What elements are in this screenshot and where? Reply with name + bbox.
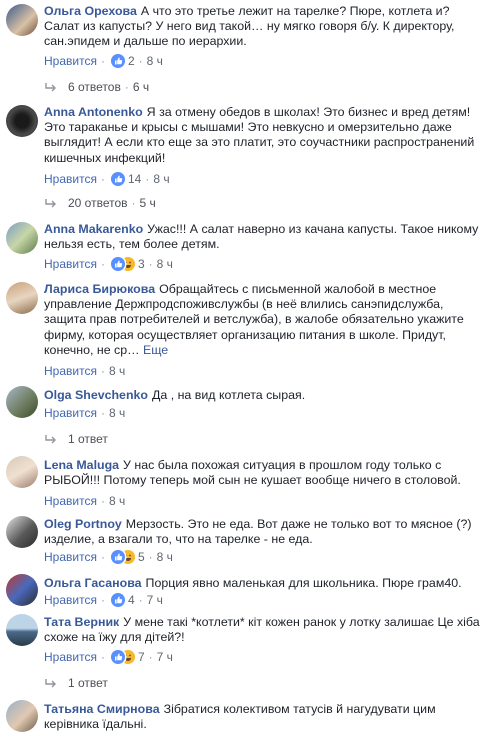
comment-body: Татьяна Смирнова Зібратися колективом тат… <box>44 702 484 732</box>
comment-author[interactable]: Olga Shevchenko <box>44 388 148 402</box>
comment-time[interactable]: 8 ч <box>157 257 173 271</box>
comment: Ольга Гасанова Порция явно маленькая для … <box>0 572 493 612</box>
comment-author[interactable]: Anna Makarenko <box>44 222 143 236</box>
like-button[interactable]: Нравится <box>44 593 97 607</box>
comment-body: Anna Makarenko Ужас!!! А салат наверно из… <box>44 222 484 252</box>
comment-actions: Нравится · 8 ч <box>44 406 126 420</box>
comment-body: Olga Shevchenko Да , на вид котлета сырая… <box>44 388 484 403</box>
reply-arrow-icon <box>45 83 56 92</box>
comment-text: Да , на вид котлета сырая. <box>151 388 306 402</box>
like-button[interactable]: Нравится <box>44 172 97 186</box>
comment-text: Порция явно маленькая для школьника. Пюр… <box>145 576 462 590</box>
like-button[interactable]: Нравится <box>44 650 97 664</box>
comment-time[interactable]: 8 ч <box>109 406 125 420</box>
comment-time[interactable]: 8 ч <box>157 550 173 564</box>
comment-author[interactable]: Ольга Орехова <box>44 4 137 18</box>
comment-actions: Нравится · 4 · 7 ч <box>44 593 163 607</box>
comment-time[interactable]: 8 ч <box>147 54 163 68</box>
comment-author[interactable]: Татьяна Смирнова <box>44 702 160 716</box>
comment-author[interactable]: Тата Верник <box>44 615 119 629</box>
avatar[interactable] <box>6 456 38 488</box>
like-button[interactable]: Нравится <box>44 550 97 564</box>
like-reaction-icon <box>110 172 125 186</box>
reaction-summary[interactable]: 2 <box>110 54 135 68</box>
comment-body: Ольга Орехова А что это третье лежит на т… <box>44 4 484 50</box>
replies-link[interactable]: 1 ответ <box>44 432 108 446</box>
avatar[interactable] <box>6 282 38 314</box>
comment-actions: Нравится · 8 ч <box>44 364 126 378</box>
comment-body: Лариса Бирюкова Обращайтесь с письменной … <box>44 282 484 358</box>
comment-body: Ольга Гасанова Порция явно маленькая для … <box>44 576 484 591</box>
comment-author[interactable]: Ольга Гасанова <box>44 576 142 590</box>
reaction-summary[interactable]: 3 <box>110 257 145 271</box>
comment: Татьяна Смирнова Зібратися колективом тат… <box>0 696 493 735</box>
like-button[interactable]: Нравится <box>44 257 97 271</box>
like-button[interactable]: Нравится <box>44 364 97 378</box>
comment-actions: Нравится · 7 · 7 ч <box>44 650 173 664</box>
replies-link[interactable]: 20 ответов · 5 ч <box>44 196 156 210</box>
reply-arrow-icon <box>45 435 56 444</box>
comment-time[interactable]: 7 ч <box>147 593 163 607</box>
comment: Olga Shevchenko Да , на вид котлета сырая… <box>0 380 493 450</box>
reaction-summary[interactable]: 4 <box>110 593 135 607</box>
like-button[interactable]: Нравится <box>44 54 97 68</box>
comment-body: Тата Верник У мене такі *котлети* кіт кож… <box>44 615 484 645</box>
avatar[interactable] <box>6 516 38 548</box>
comment: Тата Верник У мене такі *котлети* кіт кож… <box>0 612 493 692</box>
comment-author[interactable]: Oleg Portnoy <box>44 517 122 531</box>
like-button[interactable]: Нравится <box>44 494 97 508</box>
comment-time[interactable]: 8 ч <box>153 172 169 186</box>
comment: Anna Antonenko Я за отмену обедов в школа… <box>0 100 493 215</box>
comment-body: Lena Maluga У нас была похожая ситуация в… <box>44 458 484 488</box>
comment-body: Anna Antonenko Я за отмену обедов в школа… <box>44 105 484 166</box>
comment: Лариса Бирюкова Обращайтесь с письменной … <box>0 276 493 378</box>
reaction-summary[interactable]: 5 <box>110 550 145 564</box>
comment-time[interactable]: 8 ч <box>109 494 125 508</box>
comment-author[interactable]: Lena Maluga <box>44 458 119 472</box>
see-more-link[interactable]: Еще <box>143 343 168 357</box>
avatar[interactable] <box>6 4 38 36</box>
like-reaction-icon <box>110 650 125 664</box>
comment: Ольга Орехова А что это третье лежит на т… <box>0 0 493 100</box>
like-reaction-icon <box>110 257 125 271</box>
comment: Lena Maluga У нас была похожая ситуация в… <box>0 452 493 512</box>
avatar[interactable] <box>6 614 38 646</box>
comment-body: Oleg Portnoy Мерзость. Это не еда. Вот да… <box>44 517 484 547</box>
comment-actions: Нравится · 14 · 8 ч <box>44 172 170 186</box>
replies-link[interactable]: 6 ответов · 6 ч <box>44 80 149 94</box>
avatar[interactable] <box>6 700 38 732</box>
like-button[interactable]: Нравится <box>44 406 97 420</box>
reaction-summary[interactable]: 14 <box>110 172 141 186</box>
comment-time[interactable]: 7 ч <box>157 650 173 664</box>
avatar[interactable] <box>6 222 38 254</box>
like-reaction-icon <box>110 54 125 68</box>
comment-actions: Нравится · 8 ч <box>44 494 126 508</box>
comment-actions: Нравится · 5 · 8 ч <box>44 550 173 564</box>
replies-link[interactable]: 1 ответ <box>44 676 108 690</box>
comment-time[interactable]: 8 ч <box>109 364 125 378</box>
reaction-summary[interactable]: 7 <box>110 650 145 664</box>
comment-actions: Нравится · 2 · 8 ч <box>44 54 163 68</box>
comment: Oleg Portnoy Мерзость. Это не еда. Вот да… <box>0 512 493 572</box>
avatar[interactable] <box>6 574 38 606</box>
like-reaction-icon <box>110 593 125 607</box>
comment: Anna Makarenko Ужас!!! А салат наверно из… <box>0 216 493 276</box>
avatar[interactable] <box>6 386 38 418</box>
avatar[interactable] <box>6 105 38 137</box>
comment-author[interactable]: Лариса Бирюкова <box>44 282 155 296</box>
reply-arrow-icon <box>45 199 56 208</box>
comment-author[interactable]: Anna Antonenko <box>44 105 143 119</box>
comment-actions: Нравится · 3 · 8 ч <box>44 257 173 271</box>
like-reaction-icon <box>110 550 125 564</box>
reply-arrow-icon <box>45 679 56 688</box>
